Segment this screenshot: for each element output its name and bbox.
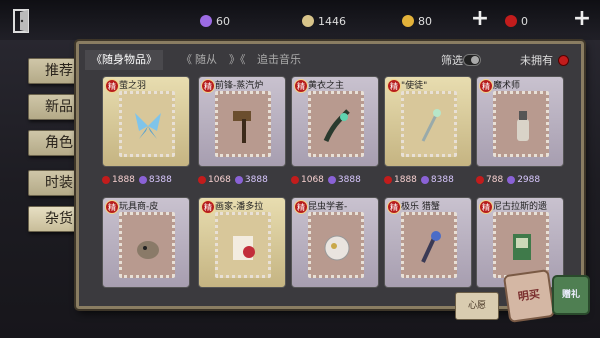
tentacle-icon xyxy=(323,109,350,143)
tab-followers[interactable]: 随从 xyxy=(195,50,217,70)
toy-icon xyxy=(137,241,159,259)
hammer-icon xyxy=(233,111,251,143)
red-gem-icon xyxy=(102,176,110,184)
purple-gem-balance: 60 xyxy=(200,11,230,31)
butterfly-icon xyxy=(135,113,161,139)
item-card[interactable]: 精 魔术师 xyxy=(476,76,564,167)
purple-gem-icon xyxy=(507,176,516,184)
tab-personal-items[interactable]: 《随身物品》 xyxy=(85,50,163,70)
not-owned-label: 未拥有 xyxy=(520,54,553,67)
rarity-badge: 精 xyxy=(387,79,401,93)
red-gem-icon xyxy=(476,176,484,184)
item-name: 极乐 猎蟹 xyxy=(401,202,440,212)
top-bar: 60 1446 80 + 0 + xyxy=(0,0,600,40)
item-name: 萤之羽 xyxy=(119,81,147,91)
rarity-badge: 精 xyxy=(479,79,493,93)
rarity-badge: 精 xyxy=(294,200,308,214)
item-card[interactable]: 精 前锋-蒸汽炉 xyxy=(198,76,286,167)
purple-gem-icon xyxy=(234,176,243,184)
item-price: 788 2988 xyxy=(476,173,564,187)
item-name: 玩具商-皮 xyxy=(119,202,159,212)
item-card[interactable]: 精 萤之羽 xyxy=(102,76,190,167)
purple-gem-icon xyxy=(138,176,147,184)
potion-bottle-icon xyxy=(517,111,529,141)
rarity-badge: 精 xyxy=(105,79,119,93)
rarity-badge: 精 xyxy=(105,200,119,214)
item-price: 1068 3888 xyxy=(291,173,379,187)
gift-button[interactable]: 赠礼 xyxy=(552,275,590,315)
item-name: "使徒" xyxy=(401,81,428,91)
item-name: 昆虫学者- xyxy=(308,202,348,212)
item-name: 尼古拉斯的遗 xyxy=(493,202,548,212)
red-gem-balance: 0 xyxy=(505,11,528,31)
filter-toggle[interactable] xyxy=(463,54,481,66)
add-red-gem-button[interactable]: + xyxy=(572,8,592,30)
glass-orb-icon xyxy=(324,235,350,261)
item-name: 画家-潘多拉 xyxy=(215,202,264,212)
item-card[interactable]: 精 画家-潘多拉 xyxy=(198,197,286,288)
not-owned-checkbox[interactable] xyxy=(558,55,569,66)
scepter-icon xyxy=(421,231,441,263)
wish-button[interactable]: 心愿 xyxy=(455,292,499,320)
item-price: 1888 8388 xyxy=(102,173,190,187)
add-coin-button[interactable]: + xyxy=(470,8,490,30)
coin-balance: 80 xyxy=(402,11,432,31)
item-card[interactable]: 精 玩具商-皮 xyxy=(102,197,190,288)
item-name: 黄衣之主 xyxy=(308,81,345,91)
item-price: 1888 8388 xyxy=(384,173,472,187)
red-gem-icon xyxy=(384,176,392,184)
rarity-badge: 精 xyxy=(387,200,401,214)
item-price: 1068 3888 xyxy=(198,173,286,187)
book-icon xyxy=(513,234,531,260)
rarity-badge: 精 xyxy=(479,200,493,214)
item-card[interactable]: 精 极乐 猎蟹 xyxy=(384,197,472,288)
item-card[interactable]: 精 昆虫学者- xyxy=(291,197,379,288)
item-card[interactable]: 精 黄衣之主 xyxy=(291,76,379,167)
item-card[interactable]: 精 "使徒" xyxy=(384,76,472,167)
staff-icon xyxy=(421,109,441,142)
coin-icon xyxy=(402,15,414,27)
purple-gem-icon xyxy=(420,176,429,184)
rarity-badge: 精 xyxy=(201,79,215,93)
red-gem-icon xyxy=(198,176,206,184)
item-name: 魔术师 xyxy=(493,81,521,91)
red-gem-icon xyxy=(291,176,299,184)
red-gem-icon xyxy=(505,15,517,27)
tab-chase-music[interactable]: 追击音乐 xyxy=(257,50,301,70)
tab-bracket-2: 》《 xyxy=(229,53,246,66)
clue-icon xyxy=(302,15,314,27)
purchase-button[interactable]: 明买 xyxy=(502,269,556,323)
tab-bracket: 《 xyxy=(181,53,192,66)
item-name: 前锋-蒸汽炉 xyxy=(215,81,264,91)
clue-balance: 1446 xyxy=(302,11,346,31)
exit-door-icon[interactable] xyxy=(10,8,34,34)
category-tabs: 《随身物品》 《 随从 》《 追击音乐 筛选 未拥有 xyxy=(85,50,575,72)
rarity-badge: 精 xyxy=(294,79,308,93)
purple-gem-icon xyxy=(200,15,212,27)
purple-gem-icon xyxy=(327,176,336,184)
rarity-badge: 精 xyxy=(201,200,215,214)
rose-canvas-icon xyxy=(233,236,255,260)
filter-label: 筛选 xyxy=(441,54,463,67)
